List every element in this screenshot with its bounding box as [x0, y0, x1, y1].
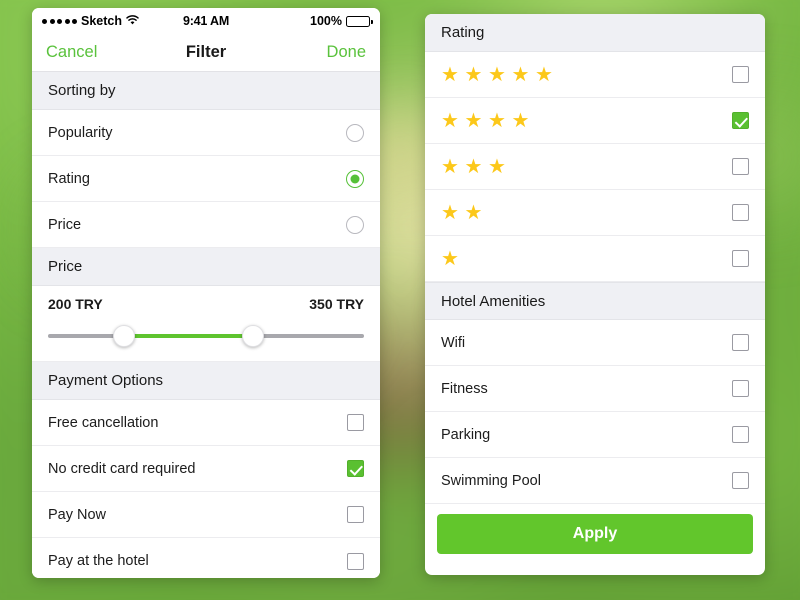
- wifi-icon: [126, 14, 139, 28]
- cancel-button[interactable]: Cancel: [46, 43, 186, 62]
- amenity-option-wifi[interactable]: Wifi: [425, 320, 765, 366]
- slider-handle-min[interactable]: [112, 325, 135, 347]
- rating-option-2[interactable]: ★ ★: [425, 190, 765, 236]
- sort-option-label: Price: [48, 216, 82, 233]
- payment-option-label: No credit card required: [48, 460, 196, 477]
- radio-button-selected[interactable]: [346, 169, 364, 188]
- checkbox[interactable]: [732, 426, 749, 443]
- sort-option-label: Popularity: [48, 124, 113, 141]
- sort-option-label: Rating: [48, 170, 90, 187]
- amenity-label: Swimming Pool: [441, 472, 541, 489]
- payment-option-label: Pay Now: [48, 506, 107, 523]
- clock-label: 9:41 AM: [182, 14, 230, 28]
- battery-percent-label: 100%: [310, 14, 343, 28]
- star-rating-icon: ★ ★: [441, 201, 483, 224]
- amenity-option-swimming-pool[interactable]: Swimming Pool: [425, 458, 765, 504]
- sort-option-rating[interactable]: Rating: [32, 156, 380, 202]
- battery-icon: [346, 15, 373, 27]
- payment-option-label: Pay at the hotel: [48, 553, 149, 569]
- apply-button[interactable]: Apply: [437, 514, 753, 554]
- filter-panel-secondary: Rating ★ ★ ★ ★ ★ ★ ★ ★ ★ ★ ★ ★ ★ ★ ★ Hot…: [425, 14, 765, 575]
- signal-strength-icon: [42, 18, 77, 24]
- star-rating-icon: ★: [441, 247, 459, 270]
- price-min-label: 200 TRY: [48, 296, 103, 312]
- amenities-section-header: Hotel Amenities: [425, 282, 765, 320]
- checkbox[interactable]: [347, 552, 364, 570]
- apply-button-container: Apply: [425, 504, 765, 566]
- payment-option-pay-now[interactable]: Pay Now: [32, 492, 380, 538]
- checkbox[interactable]: [732, 472, 749, 489]
- checkbox-checked[interactable]: [347, 460, 364, 477]
- amenity-option-parking[interactable]: Parking: [425, 412, 765, 458]
- slider-handle-max[interactable]: [242, 325, 265, 347]
- radio-button[interactable]: [346, 215, 364, 234]
- checkbox[interactable]: [347, 414, 364, 431]
- checkbox[interactable]: [732, 66, 749, 83]
- star-rating-icon: ★ ★ ★: [441, 155, 506, 178]
- amenity-label: Fitness: [441, 380, 488, 397]
- star-rating-icon: ★ ★ ★ ★: [441, 109, 530, 132]
- rating-option-4[interactable]: ★ ★ ★ ★: [425, 98, 765, 144]
- payment-option-free-cancellation[interactable]: Free cancellation: [32, 400, 380, 446]
- payment-section-header: Payment Options: [32, 362, 380, 400]
- page-title: Filter: [185, 43, 227, 61]
- checkbox[interactable]: [732, 380, 749, 397]
- carrier-label: Sketch: [81, 14, 122, 28]
- price-section-header: Price: [32, 248, 380, 286]
- sort-option-popularity[interactable]: Popularity: [32, 110, 380, 156]
- checkbox[interactable]: [347, 506, 364, 523]
- checkbox[interactable]: [732, 204, 749, 221]
- payment-option-label: Free cancellation: [48, 414, 159, 431]
- checkbox[interactable]: [732, 250, 749, 267]
- checkbox[interactable]: [732, 158, 749, 175]
- amenity-option-fitness[interactable]: Fitness: [425, 366, 765, 412]
- amenity-label: Wifi: [441, 334, 466, 351]
- filter-panel: Sketch 9:41 AM 100% Cancel Filter Done S…: [32, 8, 380, 578]
- payment-option-no-credit-card[interactable]: No credit card required: [32, 446, 380, 492]
- checkbox[interactable]: [732, 334, 749, 351]
- slider-selected-range: [123, 334, 254, 338]
- rating-option-3[interactable]: ★ ★ ★: [425, 144, 765, 190]
- price-range-slider[interactable]: [48, 325, 364, 347]
- price-range-row: 200 TRY 350 TRY: [32, 286, 380, 362]
- rating-option-1[interactable]: ★: [425, 236, 765, 282]
- price-max-label: 350 TRY: [309, 296, 364, 312]
- star-rating-icon: ★ ★ ★ ★ ★: [441, 63, 553, 86]
- done-button[interactable]: Done: [226, 43, 366, 62]
- rating-option-5[interactable]: ★ ★ ★ ★ ★: [425, 52, 765, 98]
- sort-option-price[interactable]: Price: [32, 202, 380, 248]
- radio-button[interactable]: [346, 123, 364, 142]
- checkbox-checked[interactable]: [732, 112, 749, 129]
- sorting-section-header: Sorting by: [32, 72, 380, 110]
- navigation-bar: Cancel Filter Done: [32, 34, 380, 72]
- status-bar: Sketch 9:41 AM 100%: [32, 8, 380, 34]
- rating-section-header: Rating: [425, 14, 765, 52]
- payment-option-pay-at-hotel[interactable]: Pay at the hotel: [32, 538, 380, 578]
- amenity-label: Parking: [441, 426, 491, 443]
